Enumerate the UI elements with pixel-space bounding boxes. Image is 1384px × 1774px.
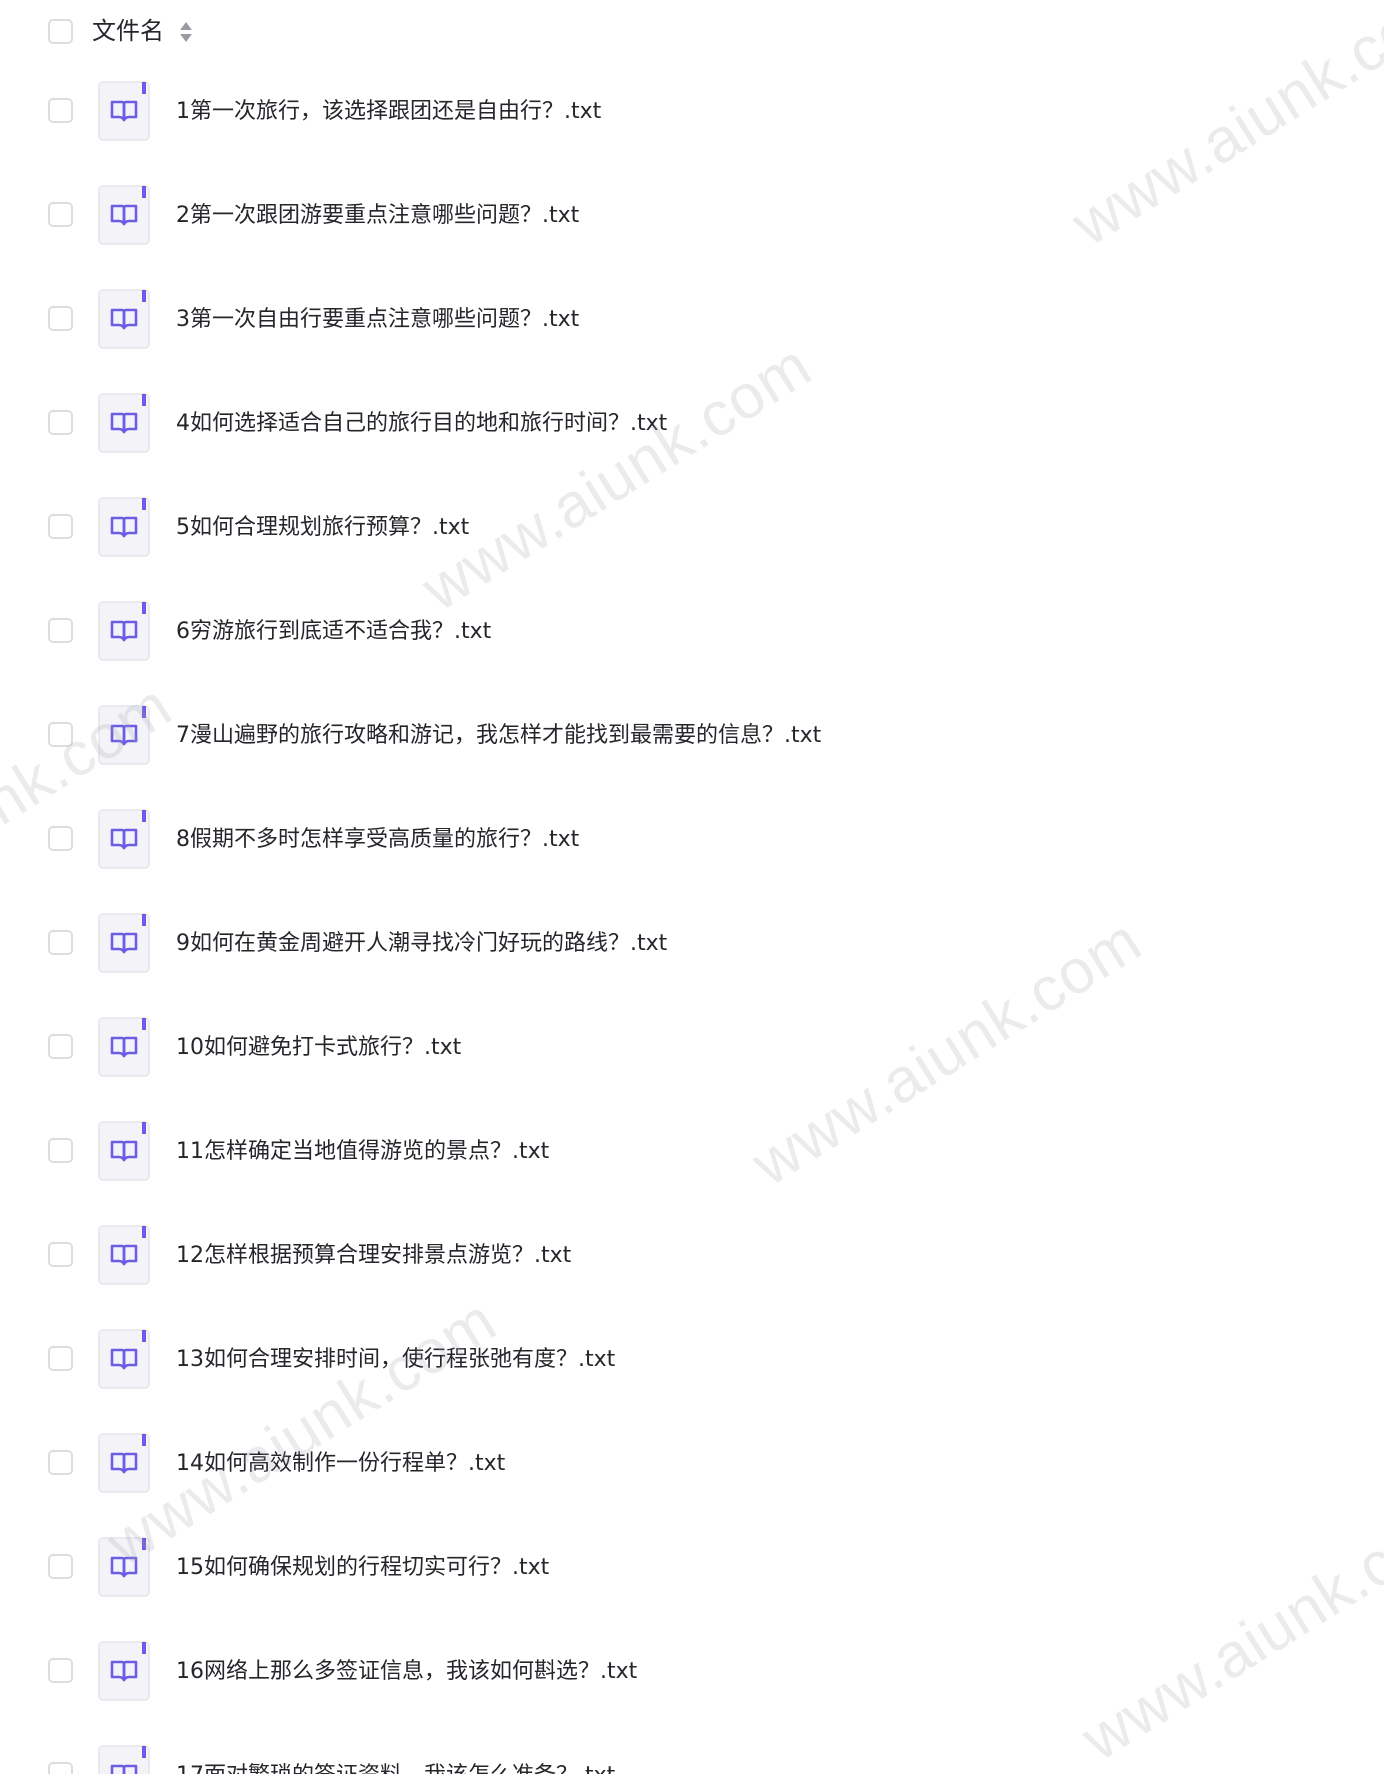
file-row[interactable]: 1第一次旅行，该选择跟团还是自由行？.txt [0, 64, 1384, 168]
row-checkbox[interactable] [48, 826, 73, 851]
row-checkbox[interactable] [48, 1346, 73, 1371]
file-name[interactable]: 12怎样根据预算合理安排景点游览？.txt [176, 1240, 571, 1272]
list-header: 文件名 [0, 0, 1384, 64]
select-all-checkbox[interactable] [48, 19, 73, 44]
file-name[interactable]: 10如何避免打卡式旅行？.txt [176, 1032, 461, 1064]
book-icon [98, 185, 150, 245]
file-name[interactable]: 16网络上那么多签证信息，我该如何斟选？.txt [176, 1656, 637, 1688]
file-row[interactable]: 17面对繁琐的签证资料，我该怎么准备？.txt [0, 1728, 1384, 1774]
row-checkbox[interactable] [48, 514, 73, 539]
book-icon [98, 913, 150, 973]
file-row[interactable]: 10如何避免打卡式旅行？.txt [0, 1000, 1384, 1104]
file-row[interactable]: 6穷游旅行到底适不适合我？.txt [0, 584, 1384, 688]
file-row[interactable]: 3第一次自由行要重点注意哪些问题？.txt [0, 272, 1384, 376]
row-checkbox[interactable] [48, 1034, 73, 1059]
file-name[interactable]: 6穷游旅行到底适不适合我？.txt [176, 616, 491, 648]
file-name[interactable]: 9如何在黄金周避开人潮寻找冷门好玩的路线？.txt [176, 928, 667, 960]
file-row[interactable]: 9如何在黄金周避开人潮寻找冷门好玩的路线？.txt [0, 896, 1384, 1000]
file-name[interactable]: 14如何高效制作一份行程单？.txt [176, 1448, 505, 1480]
book-icon [98, 1017, 150, 1077]
file-row[interactable]: 16网络上那么多签证信息，我该如何斟选？.txt [0, 1624, 1384, 1728]
row-checkbox[interactable] [48, 98, 73, 123]
book-icon [98, 1121, 150, 1181]
book-icon [98, 497, 150, 557]
book-icon [98, 393, 150, 453]
file-name[interactable]: 3第一次自由行要重点注意哪些问题？.txt [176, 304, 579, 336]
book-icon [98, 1433, 150, 1493]
file-list-page: 文件名 1第一次旅行，该选择跟团还是自由行？.txt 2第一次跟团游要重点注意哪些… [0, 0, 1384, 1774]
row-checkbox[interactable] [48, 306, 73, 331]
row-checkbox[interactable] [48, 930, 73, 955]
book-icon [98, 705, 150, 765]
book-icon [98, 81, 150, 141]
file-list: 1第一次旅行，该选择跟团还是自由行？.txt 2第一次跟团游要重点注意哪些问题？.… [0, 64, 1384, 1774]
row-checkbox[interactable] [48, 1138, 73, 1163]
file-name[interactable]: 15如何确保规划的行程切实可行？.txt [176, 1552, 549, 1584]
file-name[interactable]: 11怎样确定当地值得游览的景点？.txt [176, 1136, 549, 1168]
filename-column-header[interactable]: 文件名 [92, 15, 164, 47]
row-checkbox[interactable] [48, 722, 73, 747]
file-name[interactable]: 4如何选择适合自己的旅行目的地和旅行时间？.txt [176, 408, 667, 440]
row-checkbox[interactable] [48, 1242, 73, 1267]
row-checkbox[interactable] [48, 618, 73, 643]
file-row[interactable]: 4如何选择适合自己的旅行目的地和旅行时间？.txt [0, 376, 1384, 480]
file-name[interactable]: 7漫山遍野的旅行攻略和游记，我怎样才能找到最需要的信息？.txt [176, 720, 821, 752]
row-checkbox[interactable] [48, 410, 73, 435]
book-icon [98, 1329, 150, 1389]
book-icon [98, 1745, 150, 1774]
file-row[interactable]: 5如何合理规划旅行预算？.txt [0, 480, 1384, 584]
file-row[interactable]: 8假期不多时怎样享受高质量的旅行？.txt [0, 792, 1384, 896]
file-row[interactable]: 12怎样根据预算合理安排景点游览？.txt [0, 1208, 1384, 1312]
file-row[interactable]: 7漫山遍野的旅行攻略和游记，我怎样才能找到最需要的信息？.txt [0, 688, 1384, 792]
row-checkbox[interactable] [48, 1762, 73, 1774]
book-icon [98, 1641, 150, 1701]
file-name[interactable]: 1第一次旅行，该选择跟团还是自由行？.txt [176, 96, 601, 128]
row-checkbox[interactable] [48, 202, 73, 227]
file-row[interactable]: 11怎样确定当地值得游览的景点？.txt [0, 1104, 1384, 1208]
row-checkbox[interactable] [48, 1658, 73, 1683]
sort-icon[interactable] [178, 19, 194, 45]
file-row[interactable]: 15如何确保规划的行程切实可行？.txt [0, 1520, 1384, 1624]
file-row[interactable]: 13如何合理安排时间，使行程张弛有度？.txt [0, 1312, 1384, 1416]
book-icon [98, 289, 150, 349]
file-name[interactable]: 5如何合理规划旅行预算？.txt [176, 512, 469, 544]
book-icon [98, 1225, 150, 1285]
file-name[interactable]: 2第一次跟团游要重点注意哪些问题？.txt [176, 200, 579, 232]
file-name[interactable]: 17面对繁琐的签证资料，我该怎么准备？.txt [176, 1760, 615, 1774]
file-row[interactable]: 14如何高效制作一份行程单？.txt [0, 1416, 1384, 1520]
file-row[interactable]: 2第一次跟团游要重点注意哪些问题？.txt [0, 168, 1384, 272]
file-name[interactable]: 13如何合理安排时间，使行程张弛有度？.txt [176, 1344, 615, 1376]
row-checkbox[interactable] [48, 1450, 73, 1475]
book-icon [98, 1537, 150, 1597]
file-name[interactable]: 8假期不多时怎样享受高质量的旅行？.txt [176, 824, 579, 856]
row-checkbox[interactable] [48, 1554, 73, 1579]
book-icon [98, 809, 150, 869]
book-icon [98, 601, 150, 661]
